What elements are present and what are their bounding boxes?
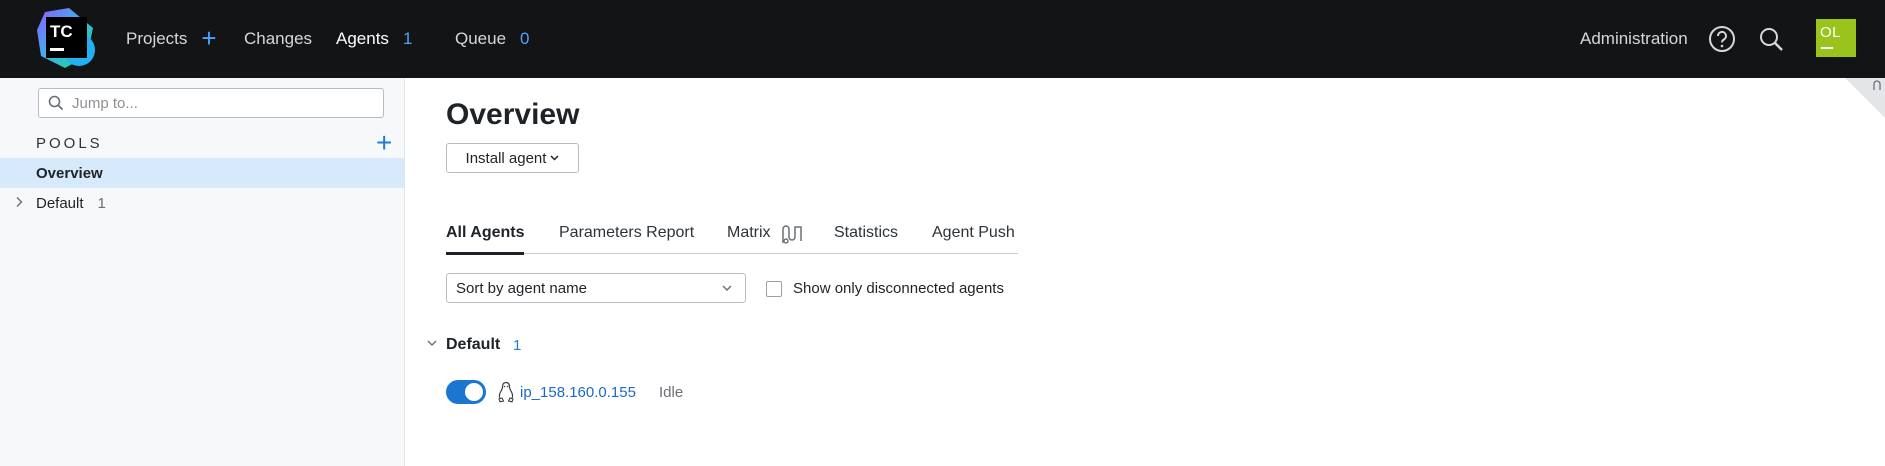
sidebar: Jump to... POOLS + Overview Default 1 [0, 78, 405, 466]
add-pool-icon[interactable]: + [376, 129, 392, 157]
search-icon [48, 95, 64, 111]
experimental-icon [782, 225, 802, 244]
page-title: Overview [446, 98, 580, 131]
caret-down-icon [550, 155, 559, 161]
sidebar-item-overview[interactable]: Overview [0, 158, 404, 188]
search-icon[interactable] [1756, 24, 1786, 54]
jump-to-input[interactable]: Jump to... [38, 88, 384, 118]
tab-statistics[interactable]: Statistics [834, 224, 898, 242]
user-avatar[interactable]: OL [1816, 19, 1856, 57]
pool-group-count: 1 [513, 337, 522, 354]
nav-queue-label: Queue [455, 29, 507, 48]
tab-all-agents[interactable]: All Agents [446, 224, 525, 242]
teamcity-logo[interactable]: TC [35, 6, 99, 70]
svg-text:TC: TC [50, 22, 73, 41]
pool-group-name[interactable]: Default [446, 336, 500, 354]
nav-projects-label: Projects [126, 29, 188, 48]
tab-agent-push[interactable]: Agent Push [932, 224, 1015, 242]
sidebar-item-label: Default [36, 194, 84, 212]
active-tab-indicator [446, 252, 524, 255]
nav-changes[interactable]: Changes [244, 0, 312, 78]
nav-queue[interactable]: Queue 0 [455, 0, 530, 78]
linux-icon [498, 381, 514, 403]
agent-name-link[interactable]: ip_158.160.0.155 [520, 384, 636, 401]
sidebar-item-count: 1 [97, 194, 106, 212]
jump-to-placeholder: Jump to... [72, 94, 138, 112]
tab-parameters-report[interactable]: Parameters Report [559, 224, 694, 242]
agent-enabled-toggle[interactable] [446, 380, 486, 404]
agents-tabs: All Agents Parameters Report Matrix Stat… [446, 220, 1018, 255]
top-bar: TC Projects + Changes Agents 1 Queue 0 A… [0, 0, 1885, 78]
nav-agents-label: Agents [336, 29, 389, 48]
sidebar-item-default[interactable]: Default 1 [0, 188, 404, 218]
avatar-initials: OL [1820, 24, 1842, 41]
agents-count-badge: 1 [402, 29, 413, 48]
agent-status: Idle [659, 384, 684, 401]
tab-matrix[interactable]: Matrix [727, 224, 771, 242]
chevron-down-icon[interactable] [425, 336, 439, 350]
nav-agents[interactable]: Agents 1 [336, 0, 412, 78]
queue-count-badge: 0 [520, 29, 530, 48]
sort-select[interactable]: Sort by agent name [446, 273, 746, 303]
install-agent-button[interactable]: Install agent [446, 143, 579, 173]
disconnected-only-label[interactable]: Show only disconnected agents [793, 280, 1004, 297]
add-project-icon[interactable]: + [201, 25, 216, 51]
disconnected-only-checkbox[interactable] [766, 281, 782, 297]
chevron-right-icon[interactable] [14, 195, 28, 211]
install-agent-label: Install agent [465, 149, 547, 167]
nav-projects[interactable]: Projects + [126, 0, 217, 78]
nav-changes-label: Changes [244, 29, 313, 48]
sort-select-value: Sort by agent name [456, 279, 587, 297]
pools-heading: POOLS [36, 135, 103, 152]
feedback-corner-icon[interactable] [1845, 78, 1885, 118]
chevron-down-icon [722, 285, 732, 292]
sidebar-item-label: Overview [36, 164, 103, 182]
help-icon[interactable] [1707, 24, 1737, 54]
administration-link[interactable]: Administration [1580, 0, 1688, 78]
